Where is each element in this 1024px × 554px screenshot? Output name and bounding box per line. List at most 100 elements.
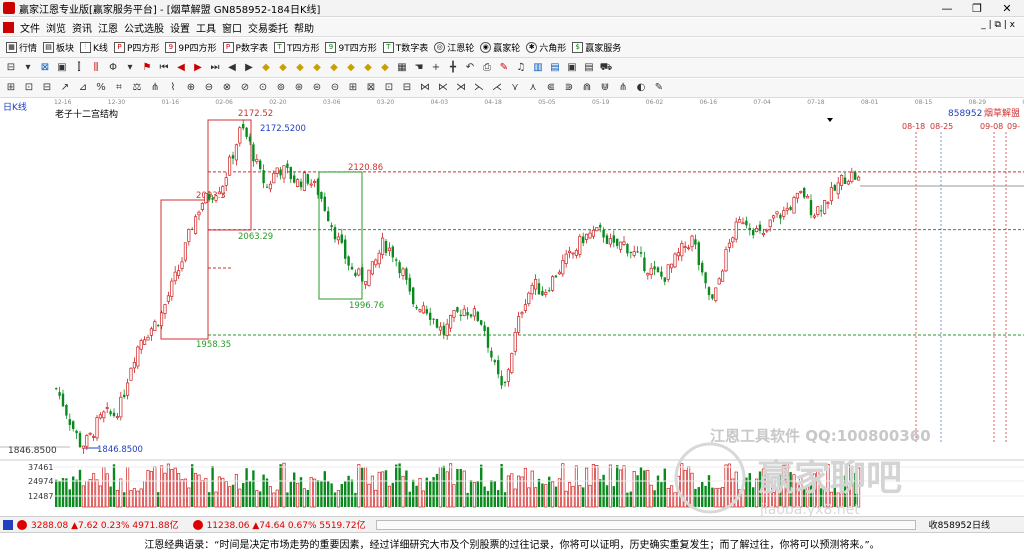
first-icon[interactable]: ⏮ bbox=[157, 61, 171, 75]
tool-u-icon[interactable]: ⊡ bbox=[382, 81, 396, 95]
hand-icon[interactable]: ☚ bbox=[412, 61, 426, 75]
tool-i-icon[interactable]: ⌇ bbox=[166, 81, 180, 95]
bell-icon[interactable]: ♫ bbox=[514, 61, 528, 75]
diamond-2-icon[interactable]: ◆ bbox=[276, 61, 290, 75]
kline-small-icon[interactable]: ⫼ bbox=[89, 61, 103, 75]
tool-z-icon[interactable]: ⋋ bbox=[472, 81, 486, 95]
menu-formula[interactable]: 公式选股 bbox=[124, 20, 164, 35]
flag-icon[interactable]: ⚑ bbox=[140, 61, 154, 75]
tool-ae-icon[interactable]: ⋑ bbox=[562, 81, 576, 95]
menu-tools[interactable]: 工具 bbox=[196, 20, 216, 35]
sheet-icon[interactable]: ▤ bbox=[582, 61, 596, 75]
tool-s-icon[interactable]: ⊞ bbox=[346, 81, 360, 95]
last-icon[interactable]: ⏭ bbox=[208, 61, 222, 75]
tool-q-icon[interactable]: ⊜ bbox=[310, 81, 324, 95]
tool-o-icon[interactable]: ⊚ bbox=[274, 81, 288, 95]
toolbar-t-square-button[interactable]: T T四方形 bbox=[273, 41, 319, 54]
toolbar-p-table-button[interactable]: P P数字表 bbox=[222, 41, 268, 54]
tool-j-icon[interactable]: ⊕ bbox=[184, 81, 198, 95]
tool-r-icon[interactable]: ⊝ bbox=[328, 81, 342, 95]
pattern-icon[interactable]: ⊠ bbox=[38, 61, 52, 75]
tool-a-icon[interactable]: ⊞ bbox=[4, 81, 18, 95]
tool-ad-icon[interactable]: ⋐ bbox=[544, 81, 558, 95]
diamond-8-icon[interactable]: ◆ bbox=[378, 61, 392, 75]
tool-y-icon[interactable]: ⋊ bbox=[454, 81, 468, 95]
toolbar-winner-wheel-button[interactable]: ◉ 赢家轮 bbox=[480, 41, 520, 54]
tool-m-icon[interactable]: ⊘ bbox=[238, 81, 252, 95]
grid-icon[interactable]: ▦ bbox=[395, 61, 409, 75]
tool-ah-icon[interactable]: ⋔ bbox=[616, 81, 630, 95]
restore-button[interactable]: ❐ bbox=[962, 0, 992, 17]
arrow-right-icon[interactable]: ▶ bbox=[242, 61, 256, 75]
diamond-4-icon[interactable]: ◆ bbox=[310, 61, 324, 75]
tool-ab-icon[interactable]: ⋎ bbox=[508, 81, 522, 95]
marker-icon[interactable]: ✎ bbox=[497, 61, 511, 75]
tool-aa-icon[interactable]: ⋌ bbox=[490, 81, 504, 95]
truck-icon[interactable]: ⛟ bbox=[599, 61, 613, 75]
diamond-3-icon[interactable]: ◆ bbox=[293, 61, 307, 75]
toolbar-quote-button[interactable]: ▦ 行情 bbox=[6, 41, 37, 54]
tool-g-icon[interactable]: ⚖ bbox=[130, 81, 144, 95]
diamond-5-icon[interactable]: ◆ bbox=[327, 61, 341, 75]
save-icon[interactable]: ▣ bbox=[565, 61, 579, 75]
tool-ag-icon[interactable]: ⋓ bbox=[598, 81, 612, 95]
diamond-6-icon[interactable]: ◆ bbox=[344, 61, 358, 75]
menu-help[interactable]: 帮助 bbox=[294, 20, 314, 35]
tool-k-icon[interactable]: ⊖ bbox=[202, 81, 216, 95]
toolbar-service-button[interactable]: $ 赢家服务 bbox=[572, 41, 621, 54]
next-icon[interactable]: ▶ bbox=[191, 61, 205, 75]
tool-v-icon[interactable]: ⊟ bbox=[400, 81, 414, 95]
tool-t-icon[interactable]: ⊠ bbox=[364, 81, 378, 95]
tool-d-icon[interactable]: ↗ bbox=[58, 81, 72, 95]
tool-w-icon[interactable]: ⋈ bbox=[418, 81, 432, 95]
tool-x-icon[interactable]: ⋉ bbox=[436, 81, 450, 95]
toolbar-p-square-button[interactable]: P P四方形 bbox=[113, 41, 159, 54]
dropdown-arrow-icon[interactable]: ▾ bbox=[21, 61, 35, 75]
tool-l-icon[interactable]: ⊗ bbox=[220, 81, 234, 95]
menu-settings[interactable]: 设置 bbox=[170, 20, 190, 35]
menu-gann[interactable]: 江恩 bbox=[98, 20, 118, 35]
cursor-icon[interactable]: ⊟ bbox=[4, 61, 18, 75]
tool-b-icon[interactable]: ⊡ bbox=[22, 81, 36, 95]
dropdown-arrow-2-icon[interactable]: ▾ bbox=[123, 61, 137, 75]
tool-ac-icon[interactable]: ⋏ bbox=[526, 81, 540, 95]
toolbar-9p-square-button[interactable]: 9 9P四方形 bbox=[165, 41, 217, 54]
mdi-controls[interactable]: _ | ⧉ | x bbox=[981, 20, 1015, 30]
toolbar-sector-button[interactable]: ▤ 板块 bbox=[43, 41, 74, 54]
tool-c-icon[interactable]: ⊟ bbox=[40, 81, 54, 95]
tool-af-icon[interactable]: ⋒ bbox=[580, 81, 594, 95]
tool-p-icon[interactable]: ⊛ bbox=[292, 81, 306, 95]
menu-file[interactable]: 文件 bbox=[20, 20, 40, 35]
cross-icon[interactable]: Φ bbox=[106, 61, 120, 75]
table-icon[interactable]: ▤ bbox=[548, 61, 562, 75]
tool-f-icon[interactable]: ⌗ bbox=[112, 81, 126, 95]
plus-icon[interactable]: + bbox=[429, 61, 443, 75]
bar-icon[interactable]: ⫿ bbox=[72, 61, 86, 75]
line-icon[interactable]: ╋ bbox=[446, 61, 460, 75]
toolbar-9t-square-button[interactable]: 9 9T四方形 bbox=[325, 41, 377, 54]
kline-chart-svg[interactable]: 12-16 12-30 01-16 02-06 02-20 03-06 03-20 04-03… bbox=[0, 98, 1024, 516]
kline-chart-panel[interactable]: 12-16 12-30 01-16 02-06 02-20 03-06 03-20 04-03… bbox=[0, 98, 1024, 516]
undo-icon[interactable]: ↶ bbox=[463, 61, 477, 75]
prev-icon[interactable]: ◀ bbox=[174, 61, 188, 75]
tool-h-icon[interactable]: ⋔ bbox=[148, 81, 162, 95]
chart-icon[interactable]: ▣ bbox=[55, 61, 69, 75]
menu-window[interactable]: 窗口 bbox=[222, 20, 242, 35]
tool-n-icon[interactable]: ⊙ bbox=[256, 81, 270, 95]
percent-icon[interactable]: % bbox=[94, 81, 108, 95]
diamond-1-icon[interactable]: ◆ bbox=[259, 61, 273, 75]
tool-aj-icon[interactable]: ✎ bbox=[652, 81, 666, 95]
toolbar-gann-wheel-button[interactable]: ◎ 江恩轮 bbox=[434, 41, 474, 54]
toolbar-t-table-button[interactable]: T T数字表 bbox=[382, 41, 428, 54]
diamond-7-icon[interactable]: ◆ bbox=[361, 61, 375, 75]
menu-trade[interactable]: 交易委托 bbox=[248, 20, 288, 35]
toolbar-kline-button[interactable]: ⫶ K线 bbox=[80, 41, 108, 54]
menu-news[interactable]: 资讯 bbox=[72, 20, 92, 35]
tool-e-icon[interactable]: ⊿ bbox=[76, 81, 90, 95]
calendar-icon[interactable]: ▥ bbox=[531, 61, 545, 75]
arrow-left-icon[interactable]: ◀ bbox=[225, 61, 239, 75]
tool-ai-icon[interactable]: ◐ bbox=[634, 81, 648, 95]
print-icon[interactable]: ⎙ bbox=[480, 61, 494, 75]
menu-browse[interactable]: 浏览 bbox=[46, 20, 66, 35]
toolbar-hexagon-button[interactable]: ✱ 六角形 bbox=[526, 41, 566, 54]
